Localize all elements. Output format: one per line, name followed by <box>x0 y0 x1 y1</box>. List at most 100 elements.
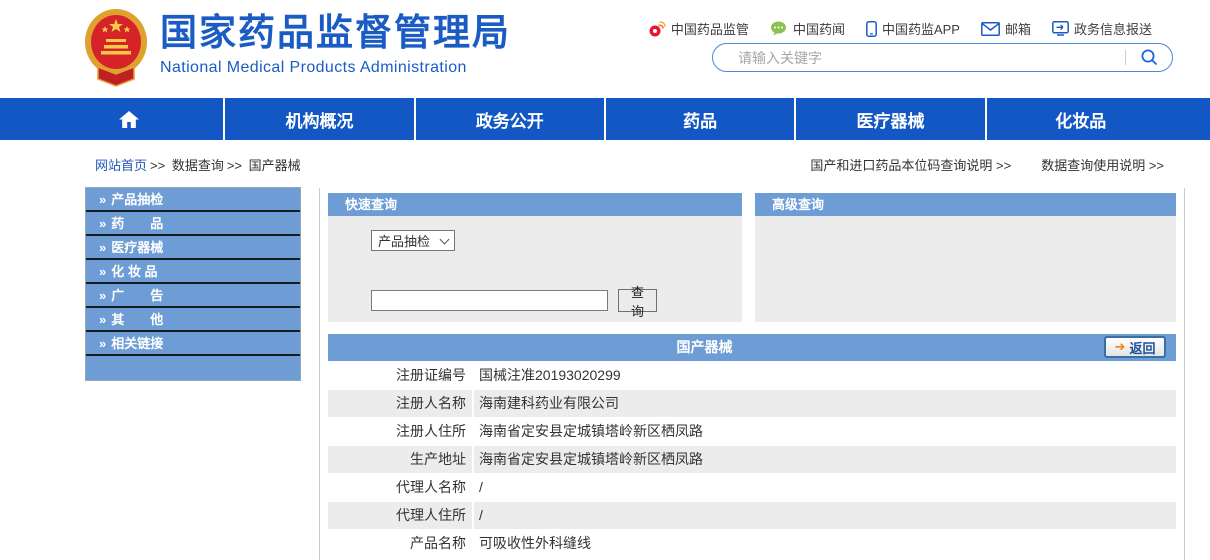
sidebar-item-label: 相关链接 <box>111 336 163 351</box>
weibo-icon <box>648 21 666 37</box>
chevron-right-icon: » <box>99 336 106 351</box>
breadcrumb-item-data-query[interactable]: 数据查询 <box>172 158 224 173</box>
breadcrumb-right-links: 国产和进口药品本位码查询说明 >> 数据查询使用说明 >> <box>810 155 1164 174</box>
advanced-query-body <box>755 216 1176 322</box>
link-weibo-label: 中国药品监管 <box>671 19 749 38</box>
link-wechat[interactable]: 中国药闻 <box>770 19 845 38</box>
nav-item-cosmetics-label: 化妆品 <box>1055 107 1106 132</box>
back-button-label: 返回 <box>1129 338 1155 357</box>
breadcrumb-separator: >> <box>150 158 165 173</box>
advanced-query-panel: 高级查询 <box>755 193 1176 322</box>
chevron-right-icon: » <box>99 192 106 207</box>
search-input[interactable] <box>713 44 1125 71</box>
results-table: 国产器械 ➜ 返回 注册证编号 国械注准20193020299 注册人名称 海南… <box>328 334 1176 557</box>
nav-item-cosmetics[interactable]: 化妆品 <box>985 98 1175 140</box>
breadcrumb-separator: >> <box>227 158 242 173</box>
sidebar-menu: » 产品抽检 »药 品 » 医疗器械 »化 妆 品 » 广 告 » 其 他 » 相关链接 <box>85 187 301 381</box>
row-label: 注册人住所 <box>328 418 474 445</box>
sidebar-item-label: 化 妆 品 <box>111 264 157 279</box>
quick-query-header: 快速查询 <box>328 193 742 216</box>
row-label: 注册人名称 <box>328 390 474 417</box>
sidebar-item-label: 药 品 <box>111 216 163 231</box>
quick-query-input[interactable] <box>371 290 608 311</box>
quick-query-panel: 快速查询 产品抽检 查询 <box>328 193 742 322</box>
search-icon <box>1140 48 1159 67</box>
header-quick-links: 中国药品监管 中国药闻 中国药监APP <box>648 19 1152 38</box>
main-content: 快速查询 产品抽检 查询 高级查询 国产器械 ➜ 返回 注册证编号 <box>319 188 1185 560</box>
nav-item-gov-label: 政务公开 <box>476 107 544 132</box>
row-label: 产品名称 <box>328 530 474 557</box>
sidebar-item-cosmetics[interactable]: »化 妆 品 <box>86 260 300 284</box>
nav-item-drugs[interactable]: 药品 <box>604 98 794 140</box>
sidebar-item-label: 医疗器械 <box>111 240 163 255</box>
breadcrumb-item-current: 国产器械 <box>249 158 301 173</box>
sidebar-item-label: 其 他 <box>111 312 163 327</box>
row-label: 生产地址 <box>328 446 474 473</box>
query-button[interactable]: 查询 <box>618 289 657 312</box>
sidebar-item-related-links[interactable]: » 相关链接 <box>86 332 300 356</box>
query-type-selected-value: 产品抽检 <box>378 231 430 250</box>
barcode-query-help-link[interactable]: 国产和进口药品本位码查询说明 >> <box>810 155 1011 174</box>
nav-item-gov[interactable]: 政务公开 <box>414 98 604 140</box>
link-mail[interactable]: 邮箱 <box>981 19 1031 38</box>
results-header: 国产器械 ➜ 返回 <box>328 334 1176 361</box>
nav-item-org[interactable]: 机构概况 <box>223 98 413 140</box>
link-app-label: 中国药监APP <box>882 19 960 38</box>
link-weibo[interactable]: 中国药品监管 <box>648 19 749 38</box>
sidebar-item-label: 广 告 <box>111 288 163 303</box>
row-value: 可吸收性外科缝线 <box>474 530 1176 557</box>
nav-item-devices-label: 医疗器械 <box>856 107 924 132</box>
chevron-right-icon: » <box>99 240 106 255</box>
site-subtitle: National Medical Products Administration <box>160 59 511 77</box>
quick-query-body: 产品抽检 查询 <box>328 216 742 322</box>
row-label: 注册证编号 <box>328 362 474 389</box>
phone-icon <box>866 21 877 37</box>
data-query-help-link[interactable]: 数据查询使用说明 >> <box>1041 155 1164 174</box>
home-icon <box>118 110 140 129</box>
row-label: 代理人名称 <box>328 474 474 501</box>
link-wechat-label: 中国药闻 <box>793 19 845 38</box>
link-report[interactable]: 政务信息报送 <box>1052 19 1152 38</box>
arrow-right-icon: ➜ <box>1115 339 1126 355</box>
chevron-down-icon <box>440 234 450 244</box>
link-app[interactable]: 中国药监APP <box>866 19 960 38</box>
table-row-agent-name: 代理人名称 / <box>328 474 1176 501</box>
chevron-right-icon: » <box>99 312 106 327</box>
main-navbar: 机构概况 政务公开 药品 医疗器械 化妆品 <box>0 98 1210 140</box>
link-report-label: 政务信息报送 <box>1074 19 1152 38</box>
wechat-icon <box>770 21 788 36</box>
nav-item-home[interactable] <box>35 98 223 140</box>
sidebar-filler <box>86 356 300 380</box>
sidebar-item-other[interactable]: » 其 他 <box>86 308 300 332</box>
sidebar-item-label: 产品抽检 <box>111 192 163 207</box>
breadcrumb-home-link[interactable]: 网站首页 <box>95 158 147 173</box>
breadcrumb-row: 网站首页>> 数据查询>> 国产器械 国产和进口药品本位码查询说明 >> 数据查… <box>0 152 1210 176</box>
advanced-query-header: 高级查询 <box>755 193 1176 216</box>
breadcrumb: 网站首页>> 数据查询>> 国产器械 <box>95 155 301 174</box>
chevron-right-icon: » <box>99 288 106 303</box>
mail-icon <box>981 22 1000 36</box>
search-button[interactable] <box>1126 44 1172 71</box>
page-header: 国家药品监督管理局 National Medical Products Admi… <box>0 0 1210 98</box>
table-row-registrant-name: 注册人名称 海南建科药业有限公司 <box>328 390 1176 417</box>
row-value: 海南省定安县定城镇塔岭新区栖凤路 <box>474 446 1176 473</box>
row-value: / <box>474 474 1176 501</box>
sidebar-item-advertising[interactable]: » 广 告 <box>86 284 300 308</box>
monitor-icon <box>1052 21 1069 36</box>
back-button[interactable]: ➜ 返回 <box>1104 336 1166 358</box>
table-row-agent-address: 代理人住所 / <box>328 502 1176 529</box>
sidebar-item-product-sampling[interactable]: » 产品抽检 <box>86 188 300 212</box>
row-label: 代理人住所 <box>328 502 474 529</box>
table-row-registration-number: 注册证编号 国械注准20193020299 <box>328 362 1176 389</box>
query-type-dropdown[interactable]: 产品抽检 <box>371 230 455 251</box>
table-row-production-address: 生产地址 海南省定安县定城镇塔岭新区栖凤路 <box>328 446 1176 473</box>
row-value: 海南省定安县定城镇塔岭新区栖凤路 <box>474 418 1176 445</box>
row-value: 海南建科药业有限公司 <box>474 390 1176 417</box>
row-value: 国械注准20193020299 <box>474 362 1176 389</box>
sidebar-item-medical-devices[interactable]: » 医疗器械 <box>86 236 300 260</box>
sidebar-item-drugs[interactable]: »药 品 <box>86 212 300 236</box>
site-title: 国家药品监督管理局 <box>160 13 511 54</box>
site-search-bar <box>712 43 1173 72</box>
nav-item-drugs-label: 药品 <box>683 107 717 132</box>
nav-item-devices[interactable]: 医疗器械 <box>794 98 984 140</box>
